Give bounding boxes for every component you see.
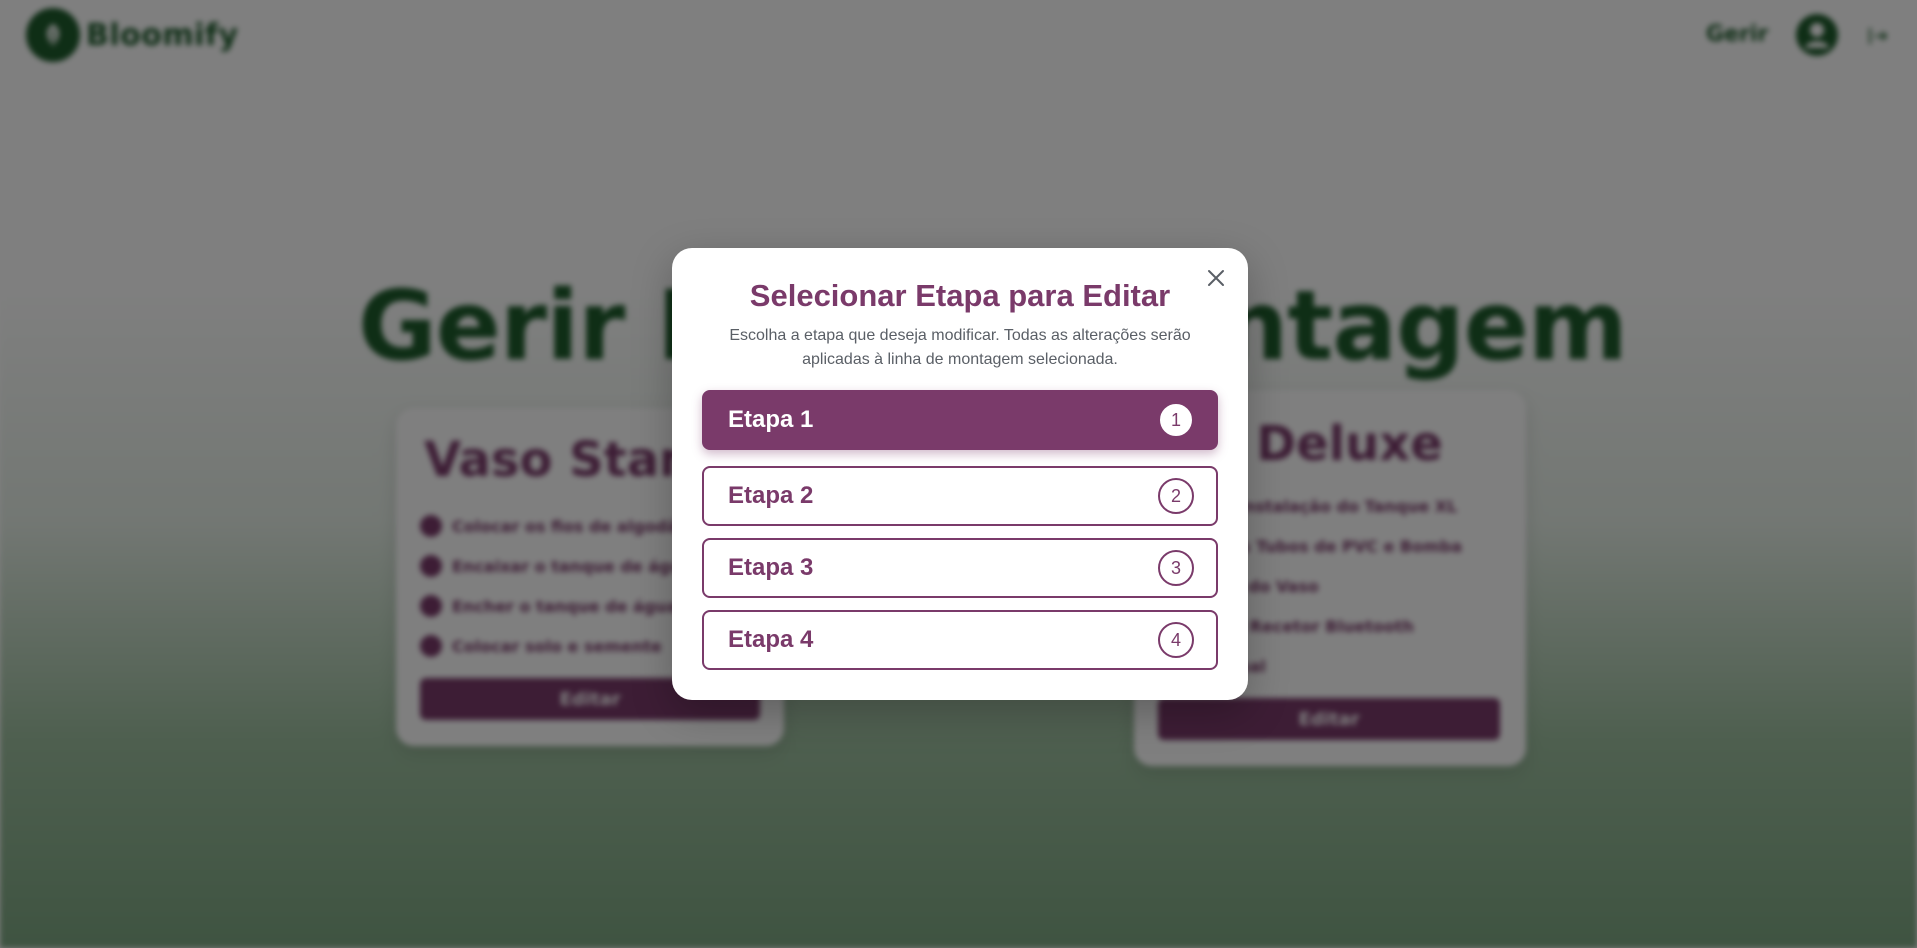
step-option-label: Etapa 1 (728, 406, 814, 433)
step-number-badge: 2 (1158, 478, 1194, 514)
modal-description: Escolha a etapa que deseja modificar. To… (729, 327, 1191, 368)
step-option-1[interactable]: Etapa 1 1 (702, 390, 1218, 450)
step-option-4[interactable]: Etapa 4 4 (702, 610, 1218, 670)
step-option-label: Etapa 2 (728, 482, 814, 509)
step-option-3[interactable]: Etapa 3 3 (702, 538, 1218, 598)
step-option-2[interactable]: Etapa 2 2 (702, 466, 1218, 526)
step-option-label: Etapa 3 (728, 554, 814, 581)
select-step-modal: Selecionar Etapa para Editar Escolha a e… (672, 248, 1248, 700)
step-number-badge: 1 (1160, 404, 1192, 436)
step-number-badge: 4 (1158, 622, 1194, 658)
step-option-label: Etapa 4 (728, 626, 814, 653)
step-number-badge: 3 (1158, 550, 1194, 586)
modal-title: Selecionar Etapa para Editar (749, 278, 1171, 313)
